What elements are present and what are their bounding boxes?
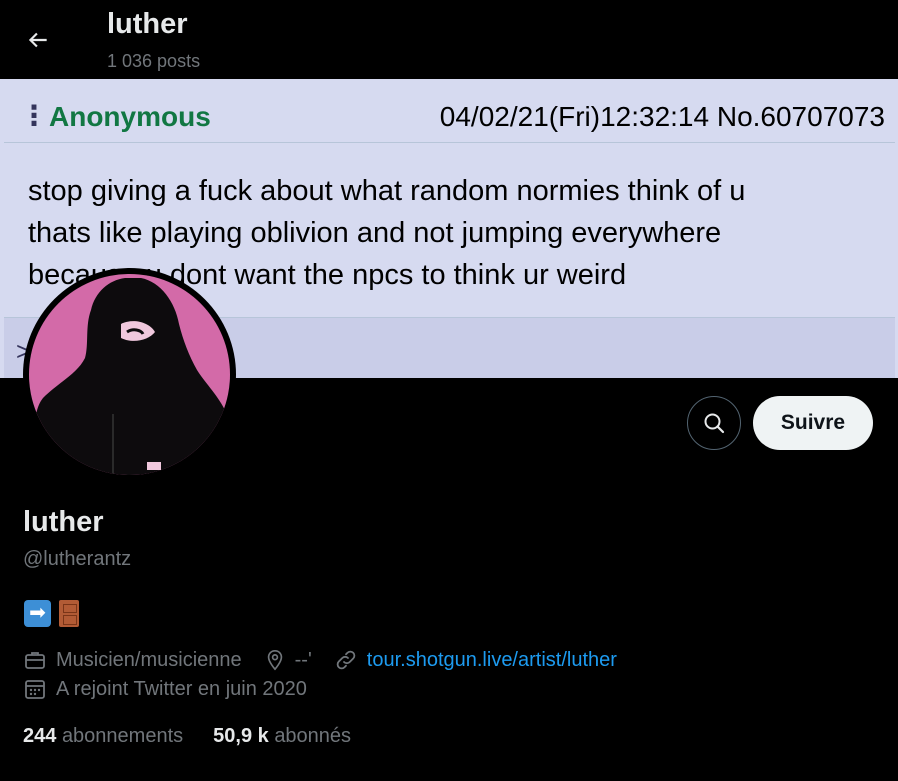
user-handle: @lutherantz: [23, 548, 132, 570]
profile-location: --': [294, 648, 312, 671]
banner-line: stop giving a fuck about what random nor…: [28, 175, 746, 207]
banner-post-meta: 04/02/21(Fri)12:32:14 No.60707073: [439, 101, 885, 132]
banner-line: thats like playing oblivion and not jump…: [28, 217, 722, 249]
hooded-figure-icon: [33, 278, 230, 475]
following-count: 244: [23, 725, 57, 747]
banner-post-header: ⋮ Anonymous 04/02/21(Fri)12:32:14 No.607…: [4, 85, 895, 143]
right-arrow-emoji-icon: ➡: [24, 600, 51, 627]
display-name: luther: [23, 506, 104, 538]
profile-meta-row: Musicien/musicienne --' tour.shotgun.liv…: [23, 648, 617, 672]
following-link[interactable]: 244 abonnements: [23, 725, 183, 748]
website-item[interactable]: tour.shotgun.live/artist/luther: [334, 648, 617, 672]
link-icon: [336, 650, 356, 670]
profile-joined-row: A rejoint Twitter en juin 2020: [23, 677, 307, 701]
location-item: --': [264, 648, 312, 672]
arrow-left-icon: [28, 32, 47, 48]
followers-count: 50,9 k: [213, 725, 269, 747]
door-emoji-icon: [59, 600, 79, 627]
location-pin-icon: [267, 650, 282, 671]
search-icon: [704, 413, 725, 434]
profile-website-link[interactable]: tour.shotgun.live/artist/luther: [367, 649, 617, 672]
profile-category: Musicien/musicienne: [56, 648, 242, 671]
followers-label: abonnés: [274, 725, 352, 747]
category-item: Musicien/musicienne: [23, 648, 242, 672]
top-bar: luther 1 036 posts: [0, 0, 898, 79]
briefcase-icon: [25, 652, 45, 669]
search-profile-button[interactable]: [687, 396, 741, 450]
avatar-image: [29, 274, 230, 475]
avatar[interactable]: [23, 268, 236, 481]
bio: ➡: [24, 600, 79, 627]
followers-link[interactable]: 50,9 k abonnés: [213, 725, 351, 748]
profile-joined-date: A rejoint Twitter en juin 2020: [56, 677, 307, 700]
follow-button[interactable]: Suivre: [753, 396, 873, 450]
following-label: abonnements: [61, 725, 184, 747]
more-dots-icon: ⋮: [20, 100, 48, 131]
header-name: luther: [107, 8, 188, 40]
calendar-icon: [25, 680, 45, 699]
banner-author: Anonymous: [49, 101, 211, 132]
follow-stats: 244 abonnements 50,9 k abonnés: [23, 725, 381, 748]
back-button[interactable]: [18, 20, 58, 60]
post-count: 1 036 posts: [107, 51, 201, 71]
joined-item: A rejoint Twitter en juin 2020: [23, 677, 307, 701]
